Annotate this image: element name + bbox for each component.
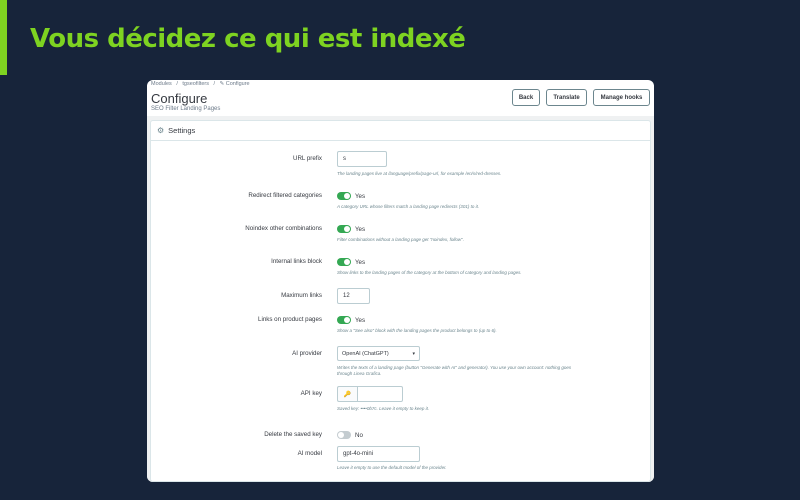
headline: Vous décidez ce qui est indexé [30, 24, 466, 54]
maximum-links-label: Maximum links [281, 292, 322, 299]
internal-links-label: Internal links block [271, 258, 322, 265]
links-on-product-toggle[interactable]: Yes [337, 316, 365, 324]
gears-icon: ⚙ [157, 126, 165, 135]
url-prefix-label: URL prefix [293, 155, 322, 162]
api-key-help: Saved key: ••••0b7c. Leave it empty to k… [337, 406, 430, 411]
api-key-label: API key [300, 390, 322, 397]
page-subtitle: SEO Filter Landing Pages [151, 106, 221, 112]
ai-provider-label: AI provider [292, 350, 322, 357]
breadcrumb-separator: / [176, 81, 178, 87]
key-icon: 🔑 [337, 386, 357, 402]
links-on-product-help: Show a "See also" block with the landing… [337, 328, 497, 333]
breadcrumb-module[interactable]: tgseofilters [182, 81, 209, 87]
ai-model-input[interactable]: gpt-4o-mini [337, 446, 420, 462]
toggle-state: Yes [355, 225, 366, 233]
breadcrumb-separator: / [213, 81, 216, 87]
api-key-field: 🔑 [337, 386, 403, 402]
toggle-track[interactable] [337, 258, 351, 266]
redirect-filtered-help: A category URL whose filters match a lan… [337, 204, 480, 209]
noindex-other-help: Filter combinations without a landing pa… [337, 237, 465, 242]
toggle-state: No [355, 431, 363, 439]
breadcrumb-modules[interactable]: Modules [151, 81, 172, 87]
page-header: Modules / tgseofilters / ✎ Configure Con… [147, 80, 654, 120]
redirect-filtered-label: Redirect filtered categories [248, 192, 322, 199]
accent-bar [0, 0, 7, 75]
panel-title: Settings [168, 126, 196, 135]
toggle-track[interactable] [337, 316, 351, 324]
back-button[interactable]: Back [512, 89, 540, 106]
content-area: ⚙ Settings URL prefix s The landing page… [147, 116, 654, 482]
toggle-state: Yes [355, 192, 366, 200]
panel-header: ⚙ Settings [151, 121, 650, 141]
breadcrumb-configure: ✎ Configure [219, 81, 250, 87]
maximum-links-input[interactable]: 12 [337, 288, 370, 304]
links-on-product-label: Links on product pages [258, 316, 322, 323]
ai-model-label: AI model [297, 450, 322, 457]
breadcrumb: Modules / tgseofilters / ✎ Configure [151, 81, 253, 87]
toggle-state: Yes [355, 258, 366, 266]
settings-panel: ⚙ Settings URL prefix s The landing page… [150, 120, 651, 482]
chevron-down-icon: ▾ [412, 350, 415, 357]
toggle-state: Yes [355, 316, 366, 324]
toggle-track[interactable] [337, 225, 351, 233]
ai-provider-select[interactable]: OpenAI (ChatGPT) ▾ [337, 346, 420, 361]
module-config-window: Modules / tgseofilters / ✎ Configure Con… [147, 80, 654, 482]
delete-key-label: Delete the saved key [264, 431, 322, 438]
internal-links-help: Show links to the landing pages of the c… [337, 270, 522, 275]
toggle-track[interactable] [337, 431, 351, 439]
url-prefix-help: The landing pages live at /language/pref… [337, 171, 502, 176]
delete-key-toggle[interactable]: No [337, 431, 363, 439]
translate-button[interactable]: Translate [546, 89, 587, 106]
ai-provider-value: OpenAI (ChatGPT) [342, 350, 389, 357]
noindex-other-label: Noindex other combinations [245, 225, 322, 232]
noindex-other-toggle[interactable]: Yes [337, 225, 365, 233]
url-prefix-input[interactable]: s [337, 151, 387, 167]
toggle-track[interactable] [337, 192, 351, 200]
api-key-input[interactable] [357, 386, 403, 402]
ai-model-help: Leave it empty to use the default model … [337, 465, 447, 470]
ai-provider-help-line2: through Linea Grafica. [337, 371, 382, 376]
manage-hooks-button[interactable]: Manage hooks [593, 89, 650, 106]
internal-links-toggle[interactable]: Yes [337, 258, 365, 266]
page-title: Configure [151, 91, 208, 106]
redirect-filtered-toggle[interactable]: Yes [337, 192, 365, 200]
